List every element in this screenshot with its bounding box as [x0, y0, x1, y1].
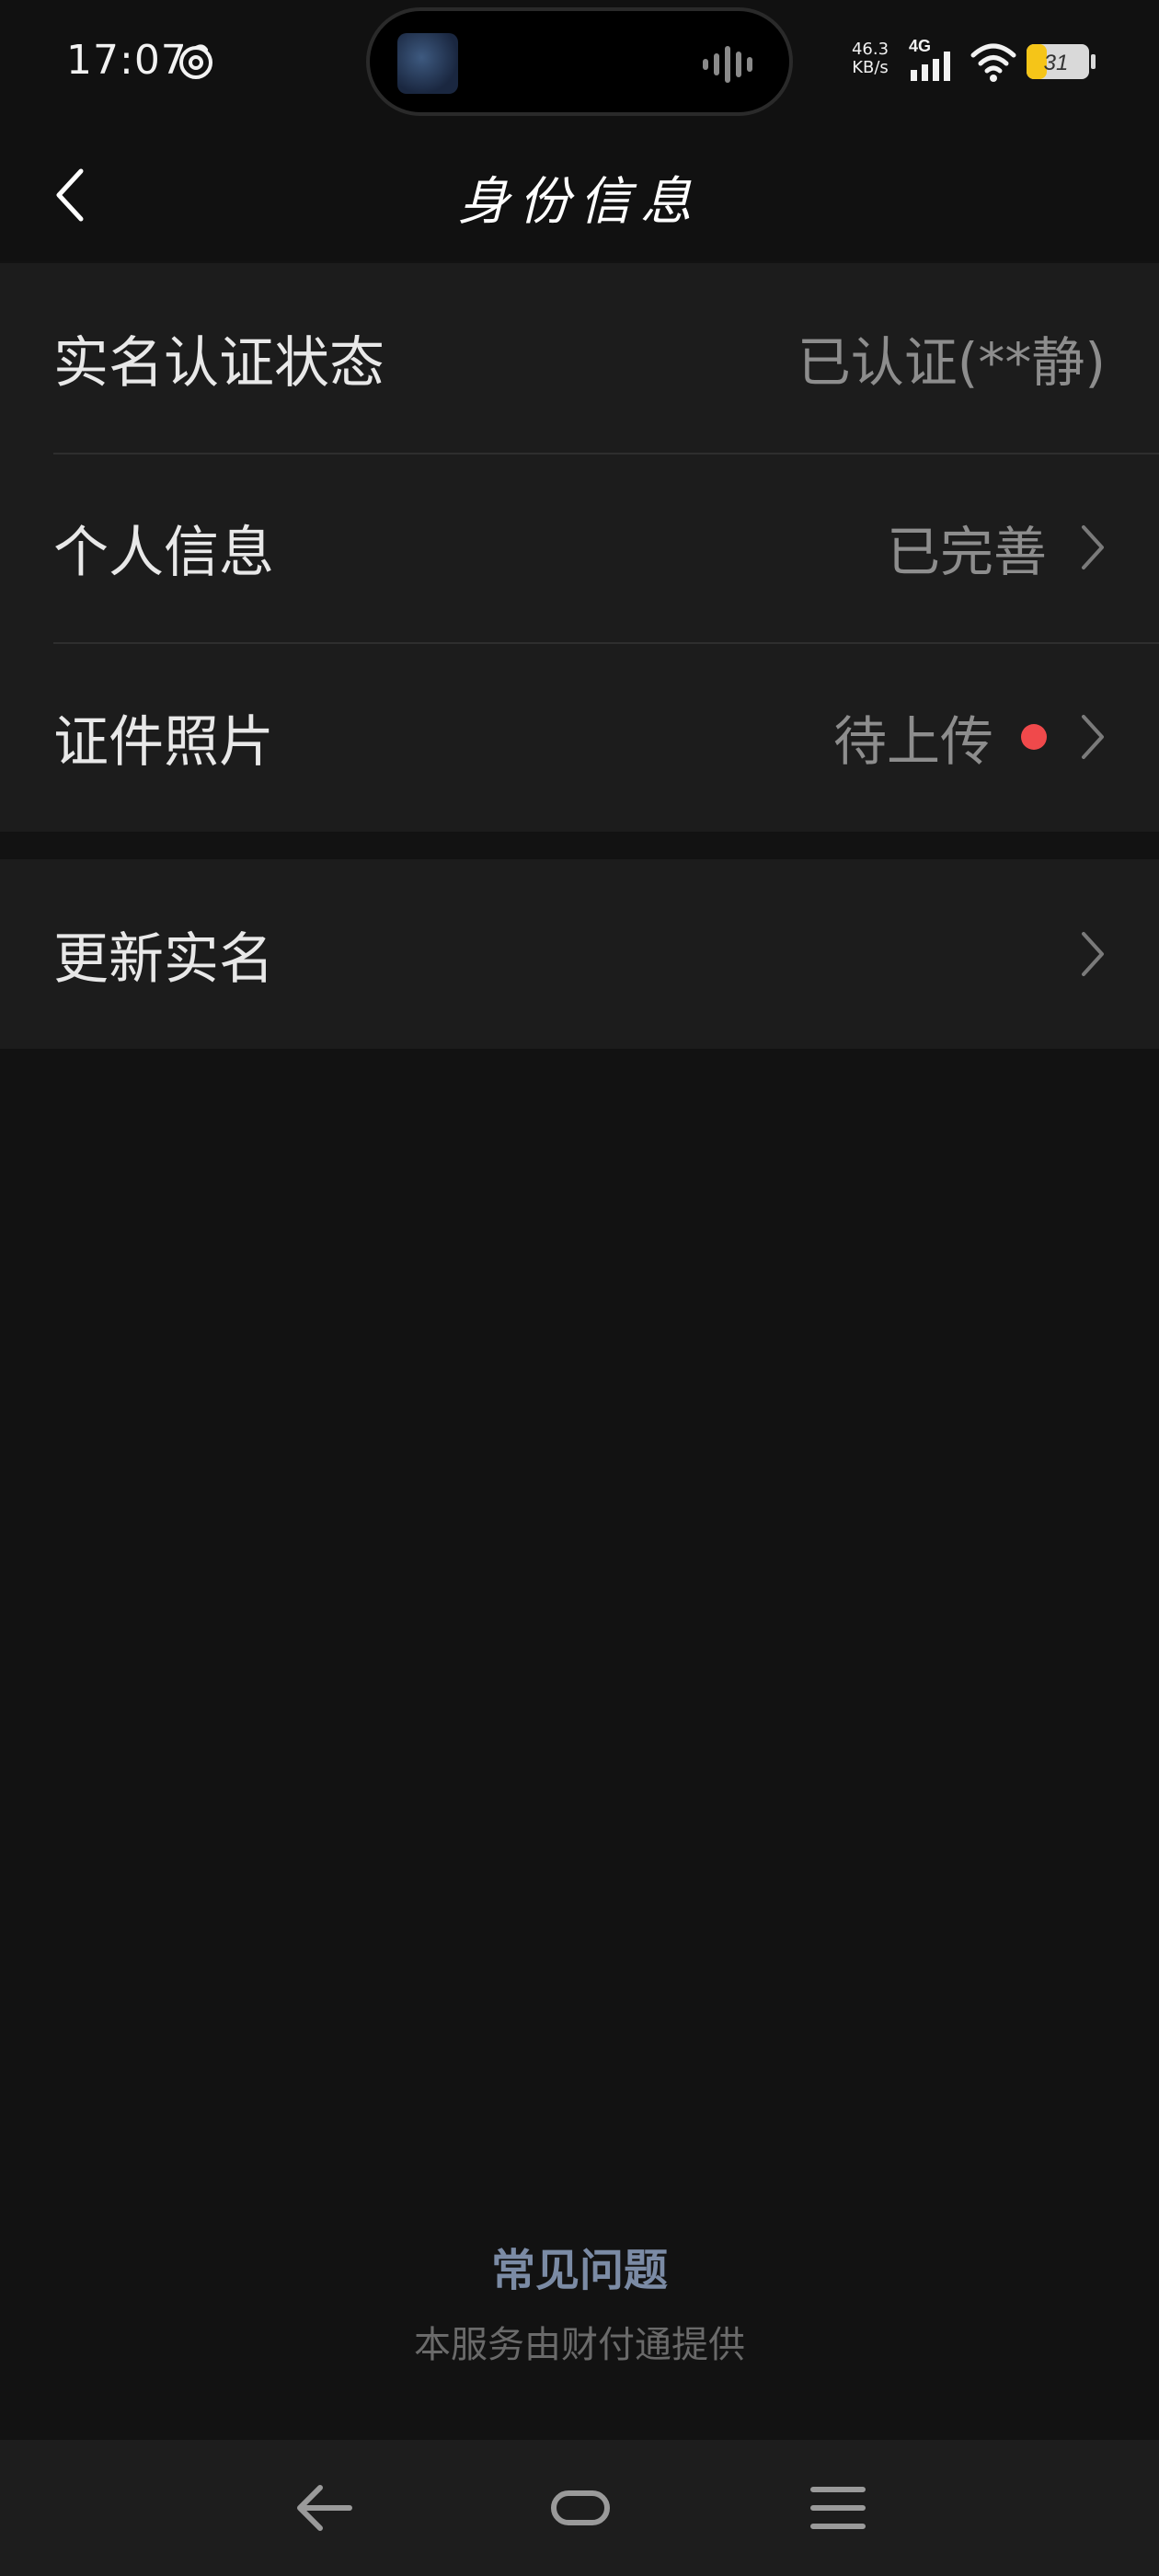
app-header: 身份信息	[0, 129, 1159, 261]
netease-music-icon	[179, 44, 212, 79]
battery-level: 31	[1044, 51, 1069, 75]
net-speed: 46.3 KB/s	[846, 40, 894, 77]
net-speed-value: 46.3	[851, 40, 889, 59]
update-group: 更新实名	[0, 859, 1159, 1049]
audio-wave-icon	[703, 46, 752, 83]
verification-status-value: 已认证(**静)	[797, 331, 1106, 394]
album-cover	[397, 33, 458, 94]
list-item-update-real-name[interactable]: 更新实名	[0, 859, 1159, 1049]
personal-info-value: 已完善	[886, 521, 1047, 583]
network-type: 4G	[909, 37, 931, 55]
row-label: 证件照片	[53, 709, 274, 775]
chevron-right-icon	[1082, 932, 1104, 976]
net-speed-unit: KB/s	[852, 58, 889, 77]
status-bar: 17:07 46.3 KB/s 4G 31	[0, 0, 1159, 129]
row-value-container: 已完善	[887, 509, 1106, 586]
home-pill-icon[interactable]	[548, 2480, 613, 2536]
back-arrow-icon[interactable]	[293, 2480, 357, 2536]
list-item-id-photos[interactable]: 证件照片 待上传	[0, 642, 1159, 832]
id-photos-value: 待上传	[832, 710, 993, 773]
identity-info-group: 实名认证状态 已认证(**静) 个人信息 已完善 证件照片 待上传	[0, 263, 1159, 832]
system-nav-bar	[0, 2440, 1159, 2576]
red-dot-badge	[1021, 724, 1047, 750]
row-label: 个人信息	[53, 520, 274, 585]
row-value-container	[1047, 930, 1106, 978]
signal-icon: 4G	[909, 37, 950, 81]
dynamic-island[interactable]	[366, 7, 793, 116]
list-item-personal-info[interactable]: 个人信息 已完善	[0, 453, 1159, 642]
row-value-container: 待上传	[833, 698, 1106, 776]
menu-lines-icon[interactable]	[806, 2480, 870, 2536]
chevron-right-icon	[1082, 525, 1104, 569]
faq-link[interactable]: 常见问题	[0, 2234, 1159, 2298]
list-item-verification-status: 实名认证状态 已认证(**静)	[0, 263, 1159, 453]
battery-icon: 31	[1027, 44, 1096, 79]
wifi-icon	[970, 43, 1016, 82]
status-time: 17:07	[66, 37, 188, 84]
page-title: 身份信息	[458, 172, 701, 232]
row-label: 实名认证状态	[53, 330, 384, 396]
chevron-right-icon	[1082, 715, 1104, 759]
provider-text: 本服务由财付通提供	[414, 2324, 745, 2366]
row-label: 更新实名	[53, 926, 274, 992]
row-value-container: 已认证(**静)	[798, 319, 1106, 397]
